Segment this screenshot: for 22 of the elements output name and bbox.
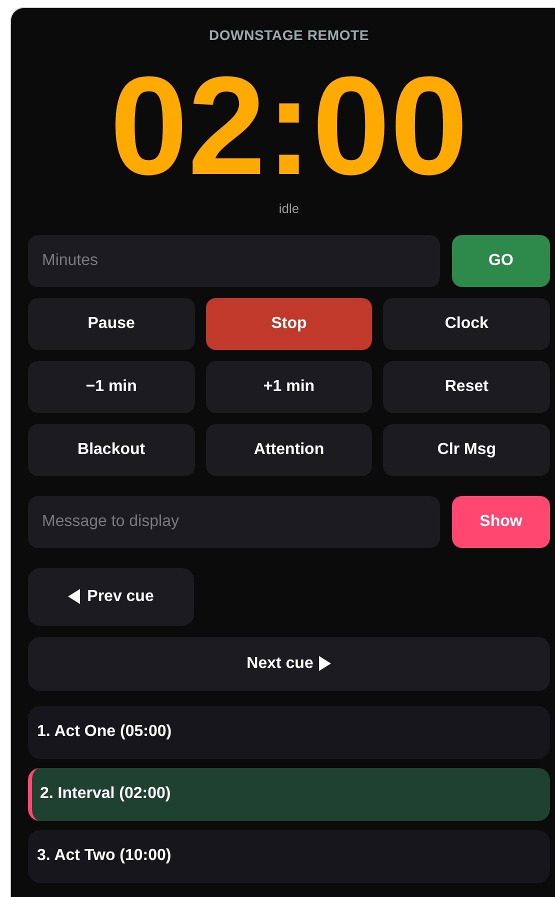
timer-status: idle: [278, 200, 300, 218]
go-button[interactable]: GO: [452, 234, 550, 286]
control-button[interactable]: Stop: [206, 298, 372, 350]
message-field[interactable]: Message to display: [28, 496, 440, 548]
minutes-field[interactable]: Minutes: [28, 234, 440, 286]
next-cue-button[interactable]: Next cue: [28, 636, 550, 690]
control-button[interactable]: Clr Msg: [383, 424, 550, 476]
right-triangle-icon: [319, 656, 332, 671]
control-button[interactable]: Pause: [28, 298, 195, 350]
control-button[interactable]: Clock: [383, 298, 550, 350]
app-title: DOWNSTAGE REMOTE: [208, 26, 370, 45]
control-button[interactable]: Attention: [206, 424, 372, 476]
left-triangle-icon: [68, 589, 80, 604]
control-button[interactable]: +1 min: [206, 360, 372, 412]
prev-cue-button[interactable]: Prev cue: [28, 568, 194, 626]
control-button[interactable]: Reset: [383, 360, 550, 412]
cue-item[interactable]: 3. Act Two (10:00): [28, 830, 550, 882]
control-button[interactable]: Blackout: [28, 424, 195, 476]
control-button[interactable]: −1 min: [28, 360, 195, 412]
cue-item[interactable]: 1. Act One (05:00): [28, 706, 550, 758]
countdown-timer: 02:00: [110, 56, 468, 196]
cue-item[interactable]: 2. Interval (02:00): [28, 768, 550, 820]
